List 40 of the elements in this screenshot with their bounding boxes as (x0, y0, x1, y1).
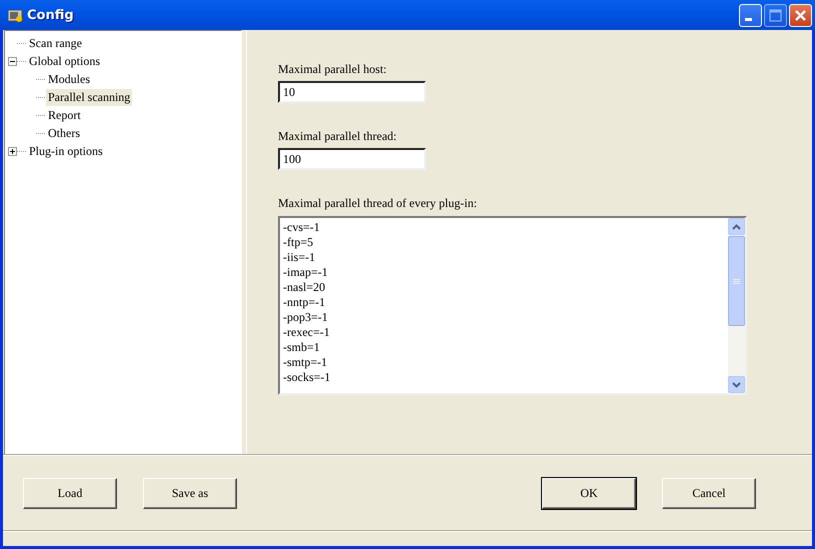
text-line: -nasl=20 (283, 280, 326, 295)
text-line: -nntp=-1 (283, 295, 326, 310)
text-line: -ftp=5 (283, 235, 314, 250)
text-line: -iis=-1 (283, 250, 316, 265)
field-label: Maximal parallel thread: (278, 129, 398, 144)
tree-item[interactable]: Scan range (27, 34, 84, 52)
field-label: Maximal parallel thread of every plug-in: (278, 196, 478, 211)
dialog-button[interactable]: Cancel (662, 478, 756, 508)
tree-item[interactable]: Parallel scanning (46, 88, 132, 106)
text-line: -socks=-1 (283, 370, 332, 385)
close-icon (793, 8, 808, 22)
text-area[interactable]: -cvs=-1 -ftp=5 -iis=-1 -imap=-1 -nasl=20 -nntp=-1 -pop3=-1 -rexec=-1 -smb=1 -smtp=-1 -socks=-1 (278, 216, 747, 395)
window-title: Config (27, 8, 75, 22)
tree-item[interactable]: Report (46, 106, 83, 124)
collapse-icon[interactable] (8, 56, 17, 66)
dialog-button[interactable]: Save as (143, 478, 237, 508)
input-field[interactable]: 10 (278, 81, 426, 103)
tree-item[interactable]: Modules (46, 70, 92, 88)
scroll-thumb[interactable] (728, 236, 745, 326)
dialog-button[interactable]: Load (23, 478, 117, 508)
tree-item[interactable]: Others (46, 124, 82, 142)
scroll-down-icon[interactable] (728, 376, 745, 393)
dialog-button[interactable]: OK (542, 478, 636, 508)
text-line: -smtp=-1 (283, 355, 328, 370)
expand-icon[interactable] (8, 146, 17, 156)
input-field[interactable]: 100 (278, 148, 426, 170)
text-line: -pop3=-1 (283, 310, 329, 325)
minimize-icon (745, 18, 752, 20)
text-line: -imap=-1 (283, 265, 329, 280)
text-line: -rexec=-1 (283, 325, 331, 340)
minimize-button[interactable] (739, 4, 762, 26)
text-line: -cvs=-1 (283, 220, 321, 235)
folder-icon (7, 7, 23, 23)
scroll-up-icon[interactable] (728, 218, 745, 235)
close-button[interactable] (789, 4, 812, 26)
tree-item[interactable]: Global options (27, 52, 102, 70)
tree-item[interactable]: Plug-in options (27, 142, 105, 160)
text-line: -smb=1 (283, 340, 321, 355)
field-label: Maximal parallel host: (278, 62, 388, 77)
maximize-icon (768, 8, 783, 22)
